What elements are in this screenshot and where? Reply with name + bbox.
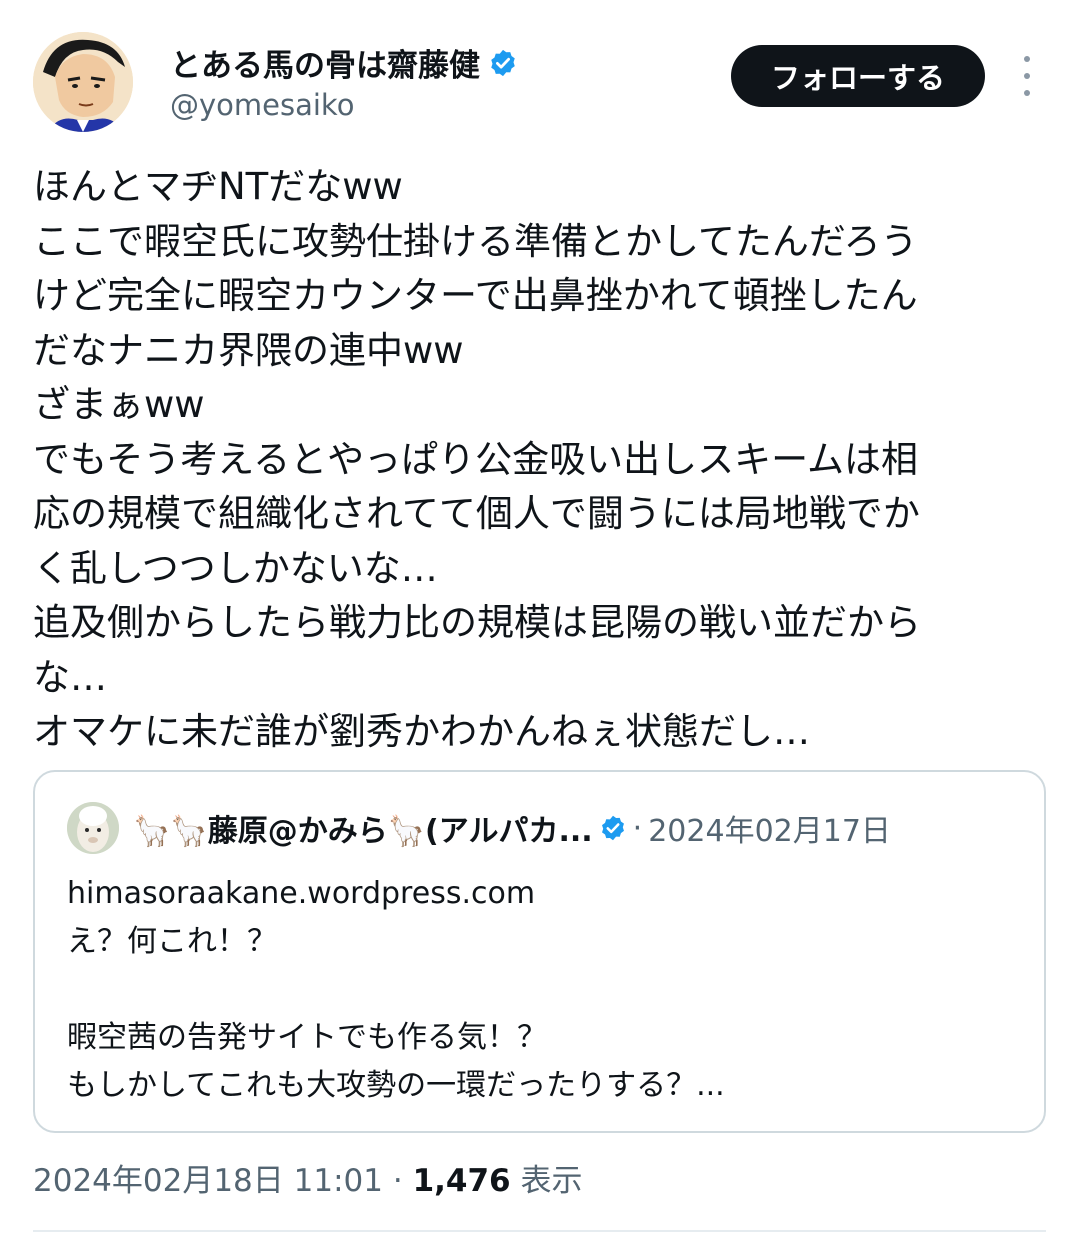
quoted-text-line: himasoraakane.wordpress.com bbox=[67, 876, 536, 911]
quoted-tweet-header: 🦙🦙藤原@かみら🦙(アルパカ... · 2024年02月17日 bbox=[133, 806, 891, 850]
quoted-text-line: もしかしてこれも大攻勢の一環だったりする？... bbox=[67, 1068, 725, 1103]
tweet-text-line: な… bbox=[33, 655, 107, 699]
author-display-name[interactable]: とある馬の骨は齋藤健 bbox=[170, 40, 480, 85]
quoted-text-line bbox=[67, 966, 1017, 1014]
more-vertical-icon[interactable] bbox=[1012, 56, 1042, 96]
views-count: 1,476 bbox=[412, 1163, 511, 1199]
tweet-text: ほんとマヂNTだなww ここで暇空氏に攻勢仕掛ける準備とかしてたんだろう けど完… bbox=[33, 160, 1053, 760]
tweet-text-line: ざまぁww bbox=[33, 383, 205, 426]
quoted-text-line: え？何これ！？ bbox=[67, 924, 277, 959]
quoted-author-name[interactable]: 🦙🦙藤原@かみら🦙(アルパカ... bbox=[133, 806, 593, 850]
views-label: 表示 bbox=[520, 1163, 583, 1199]
author-name-row[interactable]: とある馬の骨は齋藤健 bbox=[170, 40, 518, 85]
verified-badge-icon bbox=[599, 814, 627, 842]
tweet-text-line: だなナニカ界隈の連中ww bbox=[33, 328, 464, 372]
alpaca-avatar[interactable] bbox=[67, 802, 119, 854]
tweet-text-line: けど完全に暇空カウンターで出鼻挫かれて頓挫したん bbox=[33, 274, 918, 317]
tweet-text-line: ほんとマヂNTだなww bbox=[33, 165, 403, 208]
tweet-text-line: でもそう考えるとやっぱり公金吸い出しスキームは相 bbox=[33, 437, 919, 481]
tweet-text-line: 追及側からしたら戦力比の規模は昆陽の戦い並だから bbox=[33, 601, 921, 644]
quoted-tweet-text: himasoraakane.wordpress.com え？何これ！？ 暇空茜の… bbox=[67, 870, 1017, 1110]
manga-man-avatar-image bbox=[33, 32, 133, 132]
tweet-text-line: ここで暇空氏に攻勢仕掛ける準備とかしてたんだろう bbox=[33, 219, 918, 263]
quoted-tweet-card[interactable]: 🦙🦙藤原@かみら🦙(アルパカ... · 2024年02月17日 himasora… bbox=[33, 770, 1046, 1133]
meta-separator: · bbox=[392, 1163, 403, 1199]
tweet-text-line: オマケに未だ誰が劉秀かわかんねぇ状態だし… bbox=[33, 710, 810, 753]
alpaca-avatar-image bbox=[67, 802, 119, 854]
follow-button[interactable]: フォローする bbox=[731, 45, 985, 107]
author-handle[interactable]: @yomesaiko bbox=[170, 88, 354, 122]
author-avatar[interactable] bbox=[33, 32, 133, 132]
tweet-text-line: 応の規模で組織化されてて個人で闘うには局地戦でか bbox=[33, 492, 920, 535]
tweet-meta-row: 2024年02月18日 11:01 · 1,476 表示 bbox=[33, 1155, 582, 1200]
divider bbox=[33, 1230, 1046, 1232]
quoted-text-line: 暇空茜の告発サイトでも作る気！？ bbox=[67, 1020, 547, 1055]
tweet-timestamp[interactable]: 2024年02月18日 11:01 bbox=[33, 1163, 383, 1199]
quoted-date[interactable]: 2024年02月17日 bbox=[648, 806, 891, 850]
tweet-text-line: く乱しつつしかないな… bbox=[33, 546, 438, 590]
quoted-separator: · bbox=[632, 810, 643, 846]
verified-badge-icon bbox=[488, 48, 518, 78]
